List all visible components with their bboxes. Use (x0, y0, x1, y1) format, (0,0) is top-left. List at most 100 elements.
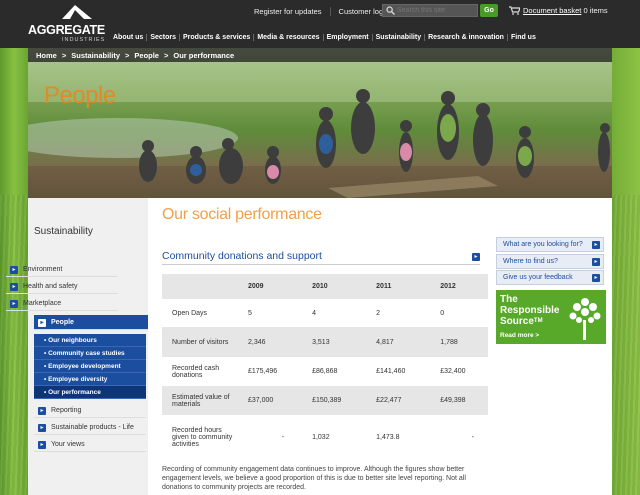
section-heading-label: Community donations and support (162, 250, 322, 262)
logo-subtitle: INDUSTRIES (62, 37, 106, 43)
table-header: 2012 (440, 283, 456, 290)
logo-wordmark: AGGREGATE (28, 23, 105, 37)
table-cell: 0 (440, 309, 445, 317)
table-row: Estimated value of materials £37,000 £15… (162, 386, 488, 415)
table-cell: £141,460 (376, 368, 406, 375)
table-row: Number of visitors 2,346 3,513 4,817 1,7… (162, 327, 488, 357)
sidebar-item-label: Environment (23, 266, 63, 273)
basket-icon (509, 6, 520, 15)
nav-media-resources[interactable]: Media & resources (253, 33, 322, 41)
table-cell: 2 (376, 309, 381, 317)
sidebar-subitem-employee-diversity[interactable]: • Employee diversity (34, 373, 146, 386)
table-cell: 1,032 (312, 433, 330, 441)
table-cell: 4 (312, 309, 316, 317)
logo-mark-icon (62, 5, 92, 19)
arrow-right-icon: ▸ (10, 266, 18, 274)
responsible-source-promo[interactable]: The Responsible SourceTM Read more > (496, 290, 606, 344)
nav-about-us[interactable]: About us (110, 34, 146, 41)
sidebar-subitem-label: Our neighbours (48, 337, 97, 344)
hero-photo (28, 62, 612, 198)
where-to-find-us-link[interactable]: Where to find us? ▸ (496, 254, 604, 269)
table-header: 2011 (376, 283, 392, 290)
arrow-right-icon: ▸ (38, 441, 46, 449)
table-header-row: 2009 2010 2011 2012 (162, 274, 488, 299)
sidebar-item-health-safety[interactable]: ▸ Health and safety (6, 279, 118, 294)
tree-icon (569, 298, 601, 340)
hero-banner: Home > Sustainability > People > Our performan… (28, 48, 612, 198)
sidebar-subitem-label: Employee diversity (48, 376, 108, 383)
sidebar-item-your-views[interactable]: ▸ Your views (34, 437, 146, 452)
breadcrumb-sustainability[interactable]: Sustainability (71, 51, 120, 60)
feedback-link[interactable]: Give us your feedback ▸ (496, 270, 604, 285)
table-header (162, 274, 238, 299)
arrow-right-icon: ▸ (38, 319, 46, 327)
site-header: AGGREGATE INDUSTRIES Register for update… (0, 0, 640, 48)
promo-title: The Responsible SourceTM (500, 294, 570, 327)
sidebar-subitem-community-case-studies[interactable]: • Community case studies (34, 347, 146, 360)
breadcrumb-people[interactable]: People (134, 51, 159, 60)
table-row: Recorded cash donations £175,496 £86,868… (162, 357, 488, 386)
table-cell: 2,346 (248, 338, 266, 346)
sidebar-subitem-our-performance[interactable]: • Our performance (34, 386, 146, 399)
arrow-right-icon: ▸ (10, 300, 18, 308)
search-input[interactable] (382, 4, 478, 17)
arrow-right-icon: ▸ (592, 258, 600, 266)
table-cell: £49,398 (440, 397, 466, 404)
nav-find-us[interactable]: Find us (506, 33, 539, 41)
nav-sectors[interactable]: Sectors (146, 33, 179, 41)
link-label: What are you looking for? (503, 241, 583, 248)
table-row: Recorded hours given to community activi… (162, 415, 488, 459)
sidebar-item-reporting[interactable]: ▸ Reporting (34, 403, 146, 418)
register-link[interactable]: Register for updates (246, 7, 330, 16)
sidebar-item-people[interactable]: ▸ People (34, 315, 154, 330)
document-basket[interactable]: Document basket 0 items (523, 6, 608, 15)
breadcrumb-separator: > (163, 51, 169, 60)
donations-table: 2009 2010 2011 2012 Open Days 5 4 2 0 Nu… (162, 274, 488, 459)
table-cell: £175,496 (248, 368, 278, 375)
table-cell: Open Days (172, 309, 208, 317)
sidebar-item-environment[interactable]: ▸ Environment (6, 262, 118, 277)
main-nav: About us Sectors Products & services Med… (110, 31, 539, 43)
breadcrumb-home[interactable]: Home (36, 51, 57, 60)
table-cell: 1,788 (440, 338, 458, 346)
arrow-right-icon: ▸ (38, 424, 46, 432)
nav-employment[interactable]: Employment (322, 33, 372, 41)
sidebar-subitem-label: Community case studies (48, 350, 125, 357)
document-basket-link[interactable]: Document basket (523, 6, 581, 15)
read-more-link[interactable]: Read more > (500, 332, 539, 339)
sidebar-subitem-label: Our performance (48, 389, 101, 396)
link-label: Give us your feedback (503, 274, 573, 281)
table-cell: - (281, 433, 285, 441)
arrow-right-icon: ▸ (592, 241, 600, 249)
search-go-button[interactable]: Go (480, 4, 498, 17)
sidebar-item-label: Reporting (51, 407, 82, 414)
table-cell: £32,400 (440, 368, 466, 375)
nav-products-services[interactable]: Products & services (179, 33, 253, 41)
table-row: Open Days 5 4 2 0 (162, 299, 488, 327)
table-cell: 5 (248, 309, 252, 317)
sidebar-subitem-label: Employee development (48, 363, 121, 370)
trademark: TM (533, 318, 543, 324)
what-are-you-looking-for-link[interactable]: What are you looking for? ▸ (496, 237, 604, 252)
link-label: Where to find us? (503, 258, 558, 265)
sidebar-item-marketplace[interactable]: ▸ Marketplace (6, 296, 118, 311)
table-cell: £150,389 (312, 397, 342, 404)
nav-research-innovation[interactable]: Research & innovation (424, 33, 507, 41)
section-heading[interactable]: Community donations and support ▸ (162, 250, 480, 265)
logo[interactable]: AGGREGATE INDUSTRIES (28, 5, 123, 43)
table-cell: Estimated value of materials (172, 393, 230, 408)
table-cell: 3,513 (312, 338, 330, 346)
table-header: 2010 (312, 283, 328, 290)
promo-line3: Source (500, 316, 534, 327)
sidebar-item-label: Health and safety (23, 283, 78, 290)
sidebar-subitem-our-neighbours[interactable]: • Our neighbours (34, 334, 146, 347)
promo-line2: Responsible (500, 305, 560, 316)
sidebar-item-label: Marketplace (23, 300, 62, 307)
arrow-right-icon[interactable]: ▸ (472, 253, 480, 261)
table-cell: 1,473.8 (376, 433, 400, 441)
table-cell: Number of visitors (172, 338, 229, 346)
sidebar-item-label: Your views (51, 441, 85, 448)
sidebar-item-sustainable-products[interactable]: ▸ Sustainable products - Life (34, 420, 146, 435)
sidebar-subitem-employee-development[interactable]: • Employee development (34, 360, 146, 373)
nav-sustainability[interactable]: Sustainability (371, 33, 425, 41)
